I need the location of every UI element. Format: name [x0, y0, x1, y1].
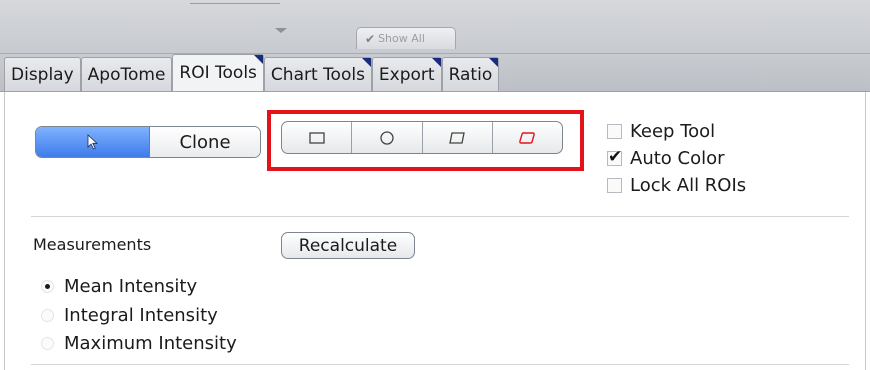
tool-selector: Clone	[35, 126, 261, 158]
tab-content: Clone Keep Tool ✔ Auto Color Lock All RO…	[4, 92, 866, 370]
tab-label: Display	[11, 64, 74, 85]
roi-tools-panel: ✔ Show All Display ApoTome ROI Tools Cha…	[0, 0, 870, 370]
keep-tool-checkbox[interactable]: Keep Tool	[607, 121, 715, 142]
checkbox-box[interactable]	[607, 178, 622, 193]
auto-color-checkbox[interactable]: Auto Color	[607, 147, 725, 169]
tab-chart-tools[interactable]: Chart Tools	[263, 57, 372, 91]
lock-all-rois-label: Lock All ROIs	[630, 175, 747, 196]
tab-label: Chart Tools	[270, 64, 365, 85]
mean-intensity-option[interactable]: Mean Intensity	[41, 276, 197, 297]
freehand-tool-button[interactable]	[493, 122, 562, 153]
tab-label: ROI Tools	[179, 63, 257, 83]
keep-tool-label: Keep Tool	[630, 121, 716, 142]
option-label: Maximum Intensity	[64, 333, 237, 354]
tab-corner-marker	[431, 58, 441, 67]
polygon-tool-button[interactable]	[423, 122, 493, 153]
maximum-intensity-option[interactable]: Maximum Intensity	[41, 333, 237, 354]
tab-bar: Display ApoTome ROI Tools Chart Tools Ex…	[0, 54, 870, 92]
auto-color-label: Auto Color	[630, 148, 725, 169]
option-label: Mean Intensity	[64, 276, 198, 297]
recalculate-button[interactable]: Recalculate	[281, 232, 415, 259]
lock-all-rois-checkbox[interactable]: Lock All ROIs	[607, 175, 746, 196]
section-divider	[31, 216, 849, 217]
radio-button[interactable]	[41, 337, 54, 350]
check-icon: ✔	[365, 31, 376, 46]
show-all-toggle[interactable]: ✔ Show All	[356, 27, 456, 49]
tab-corner-marker	[253, 55, 263, 64]
rectangle-tool-button[interactable]	[282, 122, 353, 153]
tab-label: ApoTome	[87, 64, 166, 85]
radio-button[interactable]	[41, 309, 54, 322]
checkbox-box[interactable]	[607, 124, 622, 139]
radio-button[interactable]	[41, 280, 54, 293]
polygon-icon	[449, 131, 465, 144]
freehand-icon	[519, 131, 536, 144]
tab-ratio[interactable]: Ratio	[441, 57, 500, 91]
section-divider	[31, 364, 849, 365]
tab-corner-marker	[361, 58, 371, 67]
circle-tool-button[interactable]	[352, 122, 423, 153]
measurements-heading: Measurements	[33, 235, 152, 254]
show-all-label: Show All	[378, 32, 425, 45]
clone-label: Clone	[179, 131, 231, 153]
header-divider	[190, 0, 280, 4]
tab-corner-marker	[489, 58, 499, 67]
circle-icon	[380, 130, 394, 145]
tab-label: Export	[378, 64, 435, 85]
tab-apotome[interactable]: ApoTome	[80, 57, 173, 91]
tab-export[interactable]: Export	[371, 57, 442, 91]
integral-intensity-option[interactable]: Integral Intensity	[41, 305, 218, 326]
recalculate-label: Recalculate	[298, 235, 398, 256]
tab-roi-tools[interactable]: ROI Tools	[172, 54, 264, 91]
rectangle-icon	[308, 131, 325, 144]
checkbox-box[interactable]	[607, 147, 622, 167]
clone-button[interactable]: Clone	[150, 127, 260, 157]
option-label: Integral Intensity	[64, 305, 218, 326]
tab-display[interactable]: Display	[4, 57, 81, 91]
arrow-pointer-icon	[87, 134, 98, 150]
collapse-arrow-icon[interactable]	[275, 28, 287, 33]
tab-label: Ratio	[448, 64, 493, 85]
pointer-button[interactable]	[36, 127, 150, 157]
roi-shape-tools	[281, 121, 563, 154]
panel-header: ✔ Show All	[0, 0, 870, 54]
